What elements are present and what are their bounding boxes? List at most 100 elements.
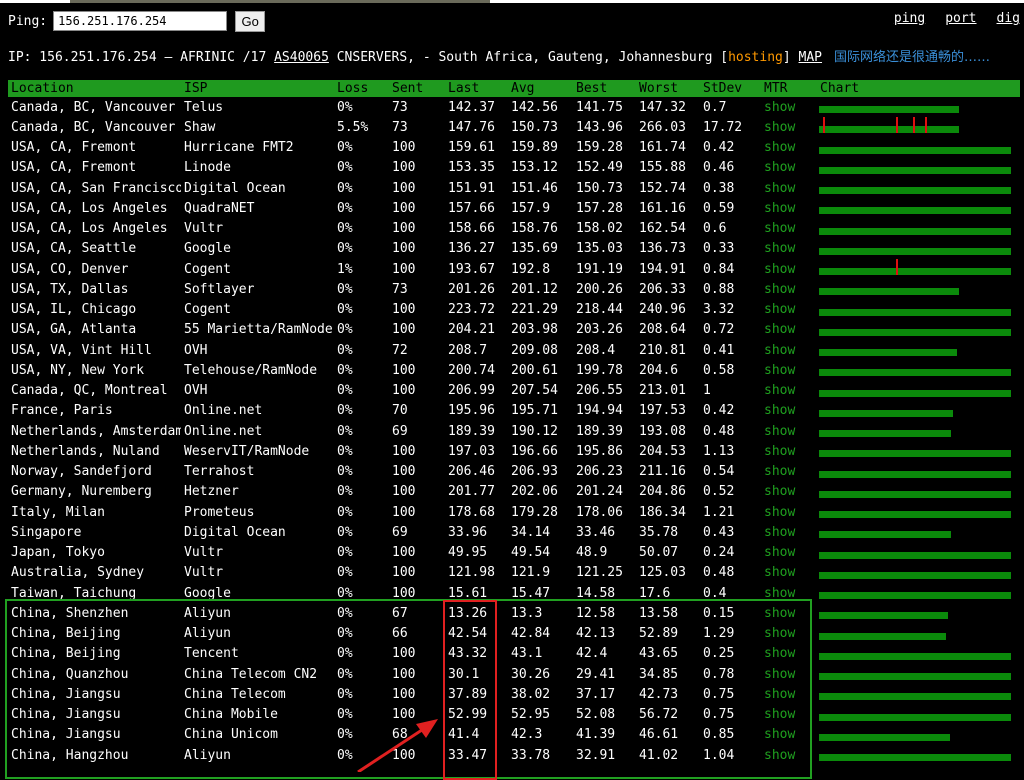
mtr-show-link[interactable]: show	[761, 279, 817, 299]
cell-worst: 17.6	[639, 585, 671, 601]
mtr-show-link[interactable]: show	[761, 401, 817, 421]
mtr-show-link[interactable]: show	[761, 705, 817, 725]
cell-isp: Aliyun	[184, 747, 231, 763]
mtr-show-link[interactable]: show	[761, 563, 817, 583]
cell-avg: 121.9	[511, 565, 551, 581]
cell-stdev: 1.13	[703, 443, 735, 459]
cell-loss: 0%	[337, 403, 353, 419]
mtr-show-link[interactable]: show	[761, 522, 817, 542]
cell-loss: 0%	[337, 160, 353, 176]
mtr-show-link[interactable]: show	[761, 745, 817, 765]
mtr-show-link[interactable]: show	[761, 138, 817, 158]
mtr-show-link[interactable]: show	[761, 320, 817, 340]
cell-worst: 206.33	[639, 281, 686, 297]
port-link[interactable]: port	[945, 11, 976, 26]
cell-location: USA, CA, Los Angeles	[11, 221, 168, 237]
table-row: Germany, Nuremberg Hetzner 0% 100 201.77 202.…	[8, 482, 1020, 502]
cell-isp: Telus	[184, 99, 224, 115]
cell-stdev: 1	[703, 383, 711, 399]
mtr-show-link[interactable]: show	[761, 603, 817, 623]
mtr-show-link[interactable]: show	[761, 178, 817, 198]
cell-loss: 0%	[337, 383, 353, 399]
cell-avg: 201.12	[511, 281, 558, 297]
cell-avg: 179.28	[511, 504, 558, 520]
cell-location: Netherlands, Nuland	[11, 443, 160, 459]
latency-bar	[819, 490, 1011, 498]
latency-bar	[819, 571, 1011, 579]
mtr-show-link[interactable]: show	[761, 462, 817, 482]
table-row: Singapore Digital Ocean 0% 69 33.96 34.14 33.4…	[8, 522, 1020, 542]
mtr-show-link[interactable]: show	[761, 239, 817, 259]
latency-bar	[819, 207, 1011, 215]
cell-sent: 100	[392, 666, 416, 682]
mtr-show-link[interactable]: show	[761, 360, 817, 380]
cell-last: 37.89	[448, 686, 488, 702]
cell-sent: 100	[392, 707, 416, 723]
mtr-show-link[interactable]: show	[761, 300, 817, 320]
mtr-show-link[interactable]: show	[761, 219, 817, 239]
header-chart: Chart	[817, 80, 1020, 97]
ping-form: Ping: Go	[8, 10, 266, 32]
mtr-show-link[interactable]: show	[761, 198, 817, 218]
table-row: Taiwan, Taichung Google 0% 100 15.61 15.47 14.…	[8, 583, 1020, 603]
asn-link[interactable]: AS40065	[274, 50, 329, 65]
go-button[interactable]: Go	[235, 10, 266, 32]
ping-link[interactable]: ping	[894, 11, 925, 26]
mtr-show-link[interactable]: show	[761, 482, 817, 502]
cell-sent: 100	[392, 261, 416, 277]
cell-isp: OVH	[184, 383, 208, 399]
mtr-show-link[interactable]: show	[761, 421, 817, 441]
mtr-show-link[interactable]: show	[761, 664, 817, 684]
cell-sent: 100	[392, 565, 416, 581]
mtr-show-link[interactable]: show	[761, 644, 817, 664]
cell-worst: 52.89	[639, 626, 679, 642]
mtr-show-link[interactable]: show	[761, 381, 817, 401]
table-row: USA, IL, Chicago Cogent 0% 100 223.72 221.29 2…	[8, 300, 1020, 320]
latency-bar	[819, 106, 960, 114]
cell-chart	[817, 259, 1020, 279]
mtr-show-link[interactable]: show	[761, 259, 817, 279]
cell-sent: 73	[392, 281, 408, 297]
cell-loss: 0%	[337, 545, 353, 561]
cell-location: China, Jiangsu	[11, 727, 121, 743]
latency-spike	[913, 117, 916, 134]
cell-chart	[817, 441, 1020, 461]
mtr-show-link[interactable]: show	[761, 684, 817, 704]
cell-last: 153.35	[448, 160, 495, 176]
ping-input[interactable]	[53, 11, 228, 31]
cell-location: China, Jiangsu	[11, 707, 121, 723]
cell-chart	[817, 138, 1020, 158]
cell-sent: 100	[392, 747, 416, 763]
header-best: Best	[573, 80, 636, 97]
mtr-show-link[interactable]: show	[761, 441, 817, 461]
cell-location: Norway, Sandefjord	[11, 464, 152, 480]
mtr-show-link[interactable]: show	[761, 158, 817, 178]
cell-location: China, Shenzhen	[11, 605, 129, 621]
mtr-show-link[interactable]: show	[761, 97, 817, 117]
mtr-show-link[interactable]: show	[761, 502, 817, 522]
cell-stdev: 17.72	[703, 119, 743, 135]
latency-bar	[819, 187, 1011, 195]
cell-chart	[817, 644, 1020, 664]
cell-avg: 15.47	[511, 585, 551, 601]
cell-loss: 0%	[337, 747, 353, 763]
mtr-show-link[interactable]: show	[761, 117, 817, 137]
mtr-show-link[interactable]: show	[761, 624, 817, 644]
mtr-show-link[interactable]: show	[761, 543, 817, 563]
cell-worst: 35.78	[639, 524, 679, 540]
cell-chart	[817, 279, 1020, 299]
mtr-show-link[interactable]: show	[761, 583, 817, 603]
cell-sent: 100	[392, 545, 416, 561]
header-sent: Sent	[389, 80, 445, 97]
dig-link[interactable]: dig	[997, 11, 1020, 26]
cell-loss: 0%	[337, 686, 353, 702]
cell-isp: Online.net	[184, 403, 263, 419]
mtr-show-link[interactable]: show	[761, 725, 817, 745]
mtr-show-link[interactable]: show	[761, 340, 817, 360]
cell-avg: 221.29	[511, 302, 558, 318]
hosting-tag: hosting	[728, 50, 783, 65]
map-link[interactable]: MAP	[799, 50, 822, 65]
cell-chart	[817, 381, 1020, 401]
header-worst: Worst	[636, 80, 700, 97]
cell-location: China, Quanzhou	[11, 666, 129, 682]
